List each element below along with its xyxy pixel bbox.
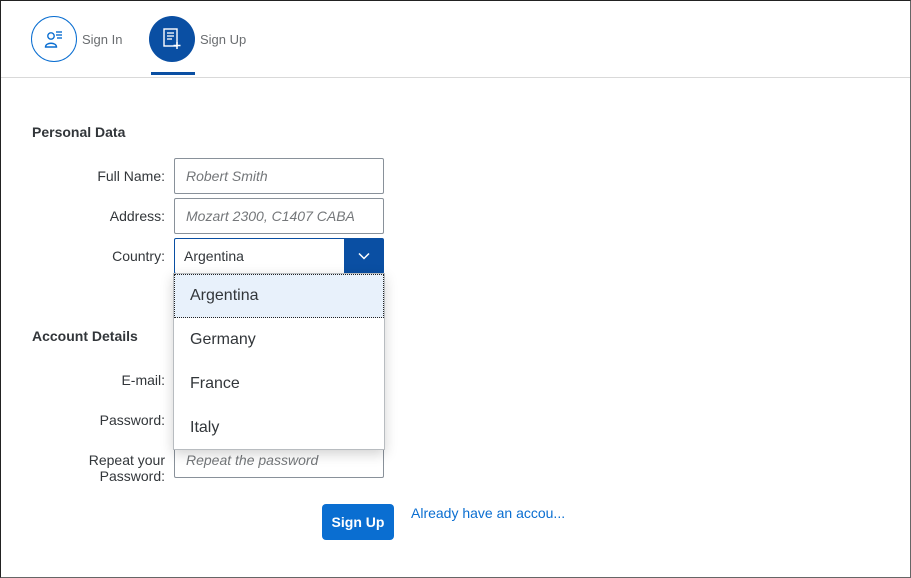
sign-in-tab-circle[interactable] [31,16,77,62]
repeat-password-label-line1: Repeat your [88,452,165,468]
user-list-icon [44,31,62,48]
sign-up-button[interactable]: Sign Up [322,504,394,540]
country-option-germany[interactable]: Germany [174,318,384,362]
country-dropdown-list: Argentina Germany France Italy [173,273,385,450]
password-label: Password: [99,412,165,428]
country-label: Country: [112,248,165,264]
window-frame [0,0,911,578]
country-option-argentina[interactable]: Argentina [174,274,384,318]
account-details-heading: Account Details [32,328,138,344]
tab-sign-in-label: Sign In [82,31,123,47]
form-add-icon [163,28,181,49]
already-have-account-link[interactable]: Already have an accou... [411,505,565,521]
active-tab-indicator [151,72,195,75]
address-label: Address: [109,208,165,224]
tab-sign-in[interactable]: Sign In [31,1,122,77]
full-name-label: Full Name: [97,168,165,184]
sign-up-tab-circle[interactable] [149,16,195,62]
country-dropdown-button[interactable] [344,239,383,273]
tab-sign-up[interactable]: Sign Up [149,1,246,77]
country-select[interactable]: Argentina [174,238,384,274]
repeat-password-label-line2: Password: [99,468,165,484]
repeat-password-label: Repeat your Password: [89,452,165,484]
personal-data-heading: Personal Data [32,124,126,140]
tab-bar: Sign In Sign Up [1,1,910,78]
country-option-italy[interactable]: Italy [174,406,384,450]
address-input[interactable] [174,198,384,234]
country-option-france[interactable]: France [174,362,384,406]
tab-sign-up-label: Sign Up [200,31,247,47]
country-select-value: Argentina [184,248,244,264]
email-label: E-mail: [121,372,165,388]
chevron-down-icon [357,252,370,260]
full-name-input[interactable] [174,158,384,194]
